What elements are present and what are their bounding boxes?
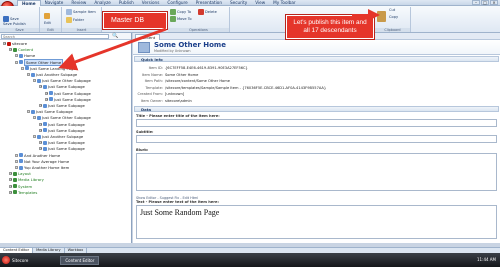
sitecore-logo-icon: [2, 256, 10, 264]
clock: 11:44 AM: [477, 257, 496, 262]
taskbar-app-button[interactable]: Content Editor: [60, 255, 100, 265]
arrow-to-tree-item: [58, 27, 167, 71]
callout-arrows: [58, 9, 380, 71]
taskbar-start[interactable]: Sitecore Content Editor: [0, 254, 100, 266]
taskbar: Sitecore Content Editor 11:44 AM: [0, 253, 500, 267]
